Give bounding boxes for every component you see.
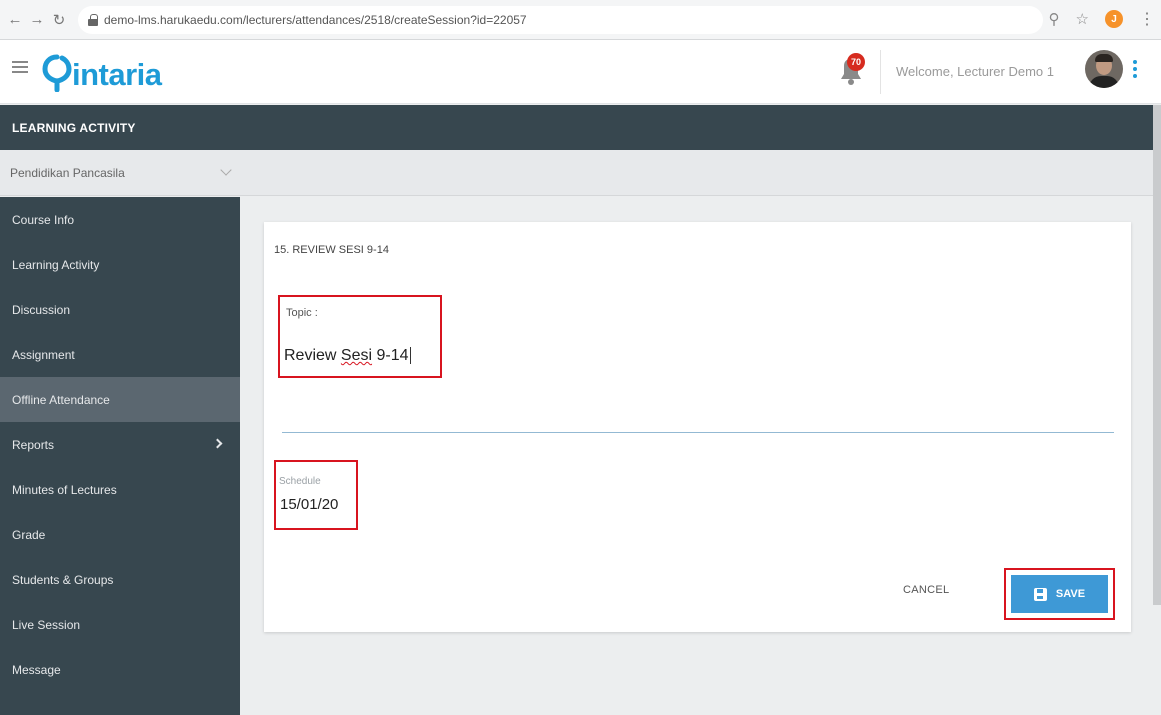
notification-badge: 70 <box>847 53 865 71</box>
sidebar-item-reports[interactable]: Reports <box>0 422 240 467</box>
session-form-card: 15. REVIEW SESI 9-14 Topic : Review Sesi… <box>264 222 1131 632</box>
sidebar-item-label: Offline Attendance <box>12 392 110 407</box>
save-button-highlight: SAVE <box>1004 568 1115 620</box>
back-icon[interactable]: ← <box>4 9 26 31</box>
floppy-disk-icon <box>1033 587 1047 601</box>
bookmark-star-icon[interactable]: ☆ <box>1076 10 1089 28</box>
page-scrollbar[interactable] <box>1153 105 1161 605</box>
sidebar-item-label: Live Session <box>12 617 81 632</box>
sidebar-item-discussion[interactable]: Discussion <box>0 287 240 332</box>
sidebar-item-message[interactable]: Message <box>0 647 240 692</box>
hamburger-menu-icon[interactable] <box>12 61 28 74</box>
sidebar-item-label: Discussion <box>12 302 71 317</box>
schedule-input[interactable]: 15/01/20 <box>280 496 338 513</box>
sidebar-item-label: Grade <box>12 527 46 542</box>
sidebar-item-grade[interactable]: Grade <box>0 512 240 557</box>
forward-icon[interactable]: → <box>26 9 48 31</box>
sidebar-item-label: Message <box>12 662 61 677</box>
header-divider <box>880 50 881 94</box>
topic-value-suffix: 9-14 <box>372 347 409 364</box>
welcome-text: Welcome, Lecturer Demo 1 <box>896 64 1054 79</box>
topic-value-prefix: Review <box>284 347 341 364</box>
sidebar-item-live-session[interactable]: Live Session <box>0 602 240 647</box>
schedule-label: Schedule <box>279 476 321 487</box>
sidebar-item-label: Learning Activity <box>12 257 100 272</box>
course-select-value: Pendidikan Pancasila <box>10 166 125 180</box>
pintaria-logo[interactable]: intaria <box>42 52 162 92</box>
sidebar-item-label: Assignment <box>12 347 75 362</box>
session-title: 15. REVIEW SESI 9-14 <box>274 244 389 256</box>
topic-label: Topic : <box>286 307 318 319</box>
text-caret <box>409 347 411 365</box>
notification-bell[interactable]: 70 <box>837 53 865 87</box>
sidebar-item-offline-attendance[interactable]: Offline Attendance <box>0 377 240 422</box>
sidebar-item-label: Course Info <box>12 212 75 227</box>
topic-value-misspelled: Sesi <box>340 347 373 364</box>
extension-icon[interactable]: J <box>1105 10 1123 28</box>
url-text: demo-lms.harukaedu.com/lecturers/attenda… <box>104 12 527 27</box>
sidebar-item-learning-activity[interactable]: Learning Activity <box>0 242 240 287</box>
browser-toolbar: ← → ↻ demo-lms.harukaedu.com/lecturers/a… <box>0 0 1161 40</box>
logo-text: intaria <box>72 57 162 92</box>
user-avatar[interactable] <box>1085 50 1123 88</box>
schedule-field-highlight: Schedule 15/01/20 <box>274 460 358 530</box>
sidebar-item-minutes-of-lectures[interactable]: Minutes of Lectures <box>0 467 240 512</box>
chevron-down-icon <box>220 164 232 176</box>
lock-icon <box>88 13 98 26</box>
course-select[interactable]: Pendidikan Pancasila <box>0 150 240 196</box>
sidebar-item-assignment[interactable]: Assignment <box>0 332 240 377</box>
sidebar-item-label: Students & Groups <box>12 572 114 587</box>
topic-field-highlight: Topic : Review Sesi 9-14 <box>278 295 442 378</box>
sidebar-item-students-groups[interactable]: Students & Groups <box>0 557 240 602</box>
sidebar: Course Info Learning Activity Discussion… <box>0 197 240 715</box>
cancel-button[interactable]: CANCEL <box>903 584 949 596</box>
save-button-label: SAVE <box>1055 588 1086 600</box>
sidebar-item-label: Reports <box>12 437 55 452</box>
topic-input[interactable]: Review Sesi 9-14 <box>284 347 411 365</box>
app-header: intaria 70 Welcome, Lecturer Demo 1 <box>0 40 1161 104</box>
section-title: LEARNING ACTIVITY <box>12 120 136 135</box>
user-menu-icon[interactable] <box>1133 60 1139 80</box>
save-button[interactable]: SAVE <box>1011 575 1108 613</box>
section-title-bar: LEARNING ACTIVITY <box>0 105 1161 150</box>
sidebar-item-course-info[interactable]: Course Info <box>0 197 240 242</box>
reload-icon[interactable]: ↻ <box>48 9 70 31</box>
topic-input-underline <box>282 432 1114 433</box>
logo-mark-icon <box>42 54 72 92</box>
address-bar[interactable]: demo-lms.harukaedu.com/lecturers/attenda… <box>78 5 1043 34</box>
course-row: Pendidikan Pancasila <box>0 150 1161 196</box>
browser-menu-icon[interactable]: ⋮ <box>1139 9 1155 29</box>
zoom-icon[interactable]: ⚲ <box>1049 10 1060 28</box>
chevron-right-icon <box>212 438 223 449</box>
sidebar-item-label: Minutes of Lectures <box>12 482 117 497</box>
